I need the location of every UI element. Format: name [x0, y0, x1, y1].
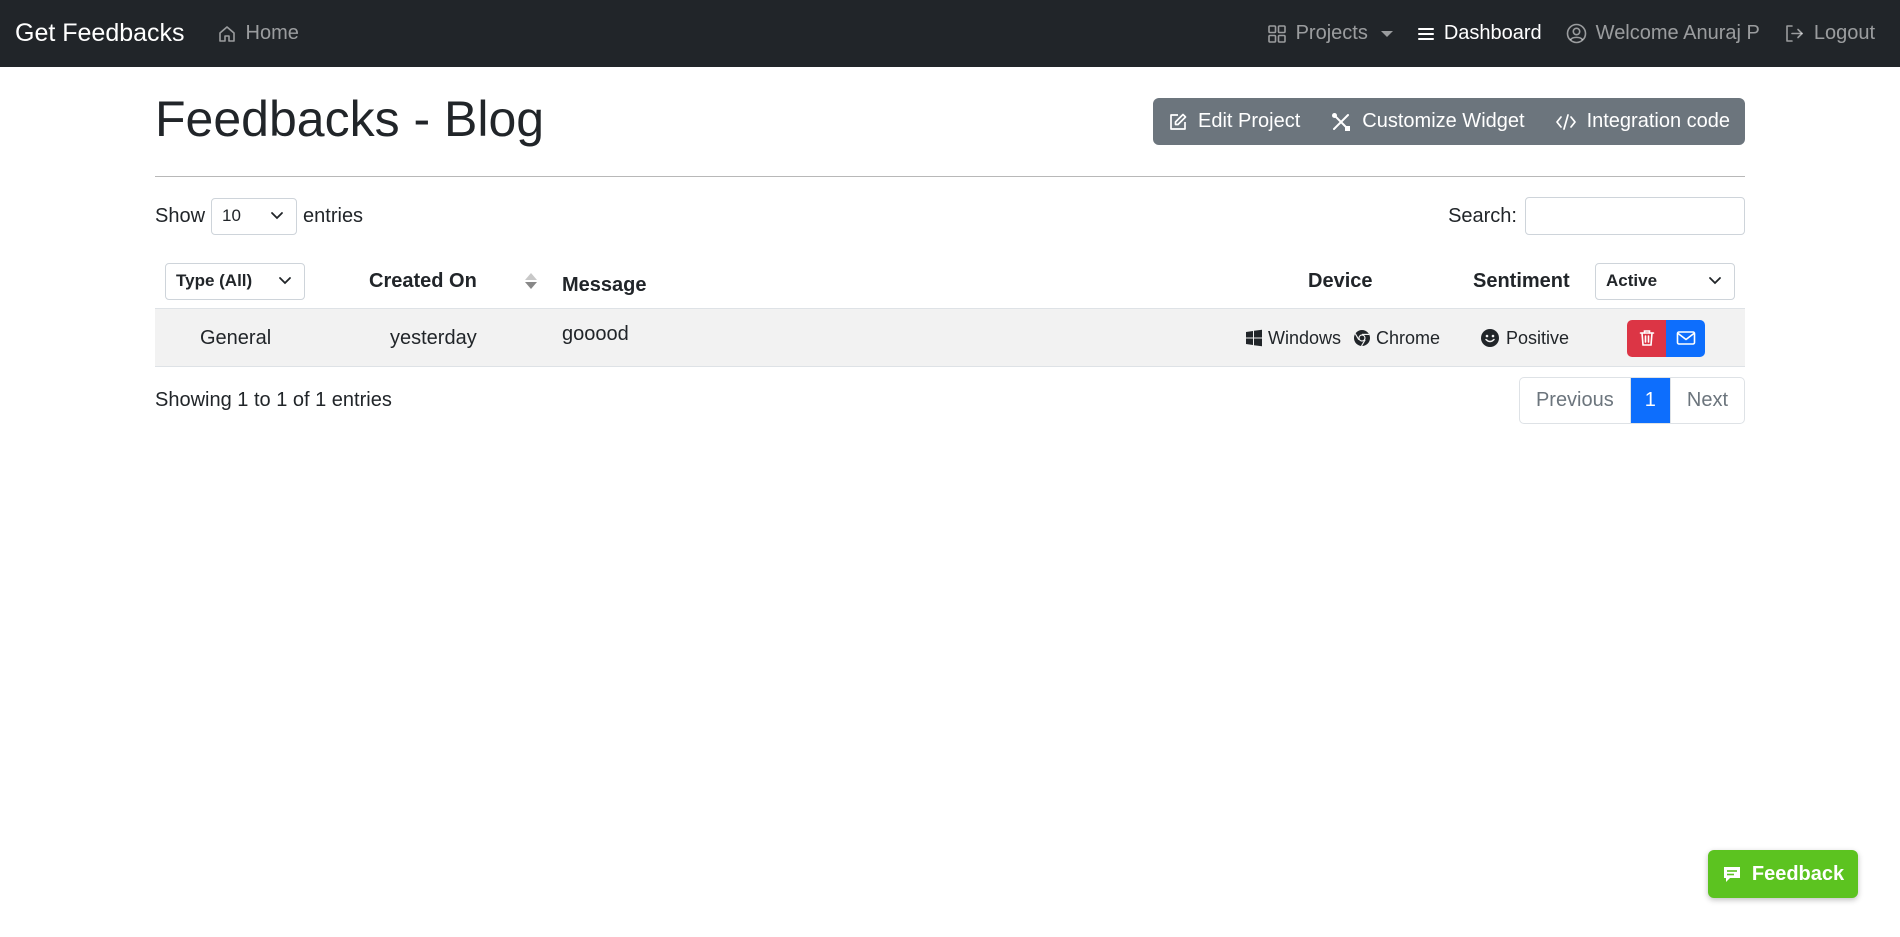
- nav-logout[interactable]: Logout: [1784, 22, 1875, 45]
- feedback-widget-label: Feedback: [1751, 862, 1845, 885]
- nav-user-welcome[interactable]: Welcome Anuraj P: [1566, 22, 1760, 45]
- row-message: gooood: [562, 322, 629, 345]
- main-container: Feedbacks - Blog Edit Project Customize …: [155, 67, 1745, 424]
- entries-length-value: 10: [222, 206, 241, 225]
- code-icon: [1555, 112, 1577, 132]
- next-page-button[interactable]: Next: [1669, 378, 1744, 423]
- device-browser: Chrome: [1353, 328, 1440, 349]
- message-header: Message: [562, 273, 647, 296]
- column-device: Device: [1308, 253, 1373, 309]
- nav-right: Projects Dashboard Welcome Anuraj P Logo…: [1267, 22, 1885, 45]
- page-title: Feedbacks - Blog: [155, 91, 545, 147]
- row-sentiment: Positive: [1480, 309, 1569, 367]
- type-filter-cell: Type (All): [165, 253, 305, 309]
- nav-home[interactable]: Home: [217, 22, 299, 45]
- caret-down-icon: [1380, 30, 1393, 37]
- row-actions: [1627, 309, 1705, 367]
- edit-icon: [1168, 112, 1188, 132]
- entries-label: entries: [303, 204, 364, 227]
- nav-projects-dropdown[interactable]: Projects: [1267, 22, 1393, 45]
- project-actions: Edit Project Customize Widget Integratio…: [1153, 98, 1745, 145]
- list-icon: [1417, 25, 1435, 43]
- chat-icon: [1722, 864, 1742, 884]
- column-created-on[interactable]: Created On: [369, 253, 477, 309]
- show-label: Show: [155, 204, 206, 227]
- table-controls: Show 10 entries Search:: [155, 197, 1745, 235]
- edit-project-label: Edit Project: [1198, 110, 1301, 132]
- nav-dashboard[interactable]: Dashboard: [1417, 22, 1542, 45]
- home-icon: [217, 24, 237, 44]
- search-label: Search:: [1448, 204, 1517, 227]
- os-label: Windows: [1268, 327, 1342, 348]
- email-button[interactable]: [1666, 319, 1705, 357]
- integration-code-button[interactable]: Integration code: [1540, 98, 1745, 145]
- column-sentiment: Sentiment: [1473, 253, 1570, 309]
- page-1-button[interactable]: 1: [1629, 378, 1670, 423]
- row-type: General: [200, 326, 272, 349]
- sentiment-label: Positive: [1506, 327, 1570, 348]
- envelope-icon: [1676, 330, 1696, 346]
- nav-user-label: Welcome Anuraj P: [1595, 22, 1760, 44]
- customize-widget-label: Customize Widget: [1362, 110, 1525, 132]
- header-divider: [155, 176, 1745, 177]
- edit-project-button[interactable]: Edit Project: [1153, 98, 1315, 145]
- user-circle-icon: [1566, 23, 1587, 44]
- table-row: General yesterday gooood Windows Chrome …: [155, 309, 1745, 367]
- logout-icon: [1784, 23, 1805, 44]
- nav-dashboard-label: Dashboard: [1443, 22, 1542, 44]
- sentiment-header: Sentiment: [1473, 269, 1570, 292]
- search-input[interactable]: [1525, 197, 1745, 235]
- sort-icon[interactable]: [525, 253, 537, 309]
- smile-icon: [1480, 328, 1500, 348]
- status-filter-cell: Active: [1595, 253, 1735, 309]
- page-header: Feedbacks - Blog Edit Project Customize …: [155, 89, 1745, 149]
- grid-icon: [1267, 24, 1287, 44]
- pagination: Previous 1 Next: [1518, 377, 1745, 424]
- nav-projects-label: Projects: [1295, 22, 1368, 44]
- row-device: Windows Chrome: [1245, 309, 1446, 367]
- search-control: Search:: [1448, 197, 1745, 235]
- table-header: Type (All) Created On Message Device Sen…: [155, 253, 1745, 309]
- entries-length-select[interactable]: 10: [211, 197, 298, 235]
- tools-icon: [1330, 111, 1352, 133]
- customize-widget-button[interactable]: Customize Widget: [1315, 98, 1539, 145]
- feedback-widget-button[interactable]: Feedback: [1708, 850, 1858, 898]
- type-filter-value: Type (All): [176, 271, 253, 290]
- status-filter-value: Active: [1606, 271, 1658, 290]
- chevron-down-icon: [1708, 276, 1722, 286]
- device-header: Device: [1308, 269, 1373, 292]
- chrome-icon: [1353, 329, 1371, 347]
- chevron-down-icon: [278, 276, 292, 286]
- delete-button[interactable]: [1627, 319, 1666, 357]
- status-filter-select[interactable]: Active: [1595, 262, 1735, 300]
- brand-logo[interactable]: Get Feedbacks: [15, 19, 185, 48]
- nav-logout-label: Logout: [1813, 22, 1875, 44]
- top-navbar: Get Feedbacks Home Projects Dashboard We…: [0, 0, 1900, 67]
- type-filter-select[interactable]: Type (All): [165, 262, 305, 300]
- windows-icon: [1245, 329, 1263, 347]
- row-created: yesterday: [390, 326, 477, 349]
- browser-label: Chrome: [1376, 327, 1441, 348]
- previous-page-button[interactable]: Previous: [1520, 378, 1630, 423]
- chevron-down-icon: [270, 211, 284, 221]
- created-on-header: Created On: [369, 269, 477, 292]
- table-footer: Showing 1 to 1 of 1 entries Previous 1 N…: [155, 377, 1745, 424]
- trash-icon: [1639, 329, 1655, 347]
- table-info: Showing 1 to 1 of 1 entries: [155, 389, 392, 411]
- length-control: Show 10 entries: [155, 197, 364, 235]
- integration-code-label: Integration code: [1586, 110, 1730, 132]
- device-os: Windows: [1245, 328, 1341, 349]
- nav-home-label: Home: [245, 22, 299, 44]
